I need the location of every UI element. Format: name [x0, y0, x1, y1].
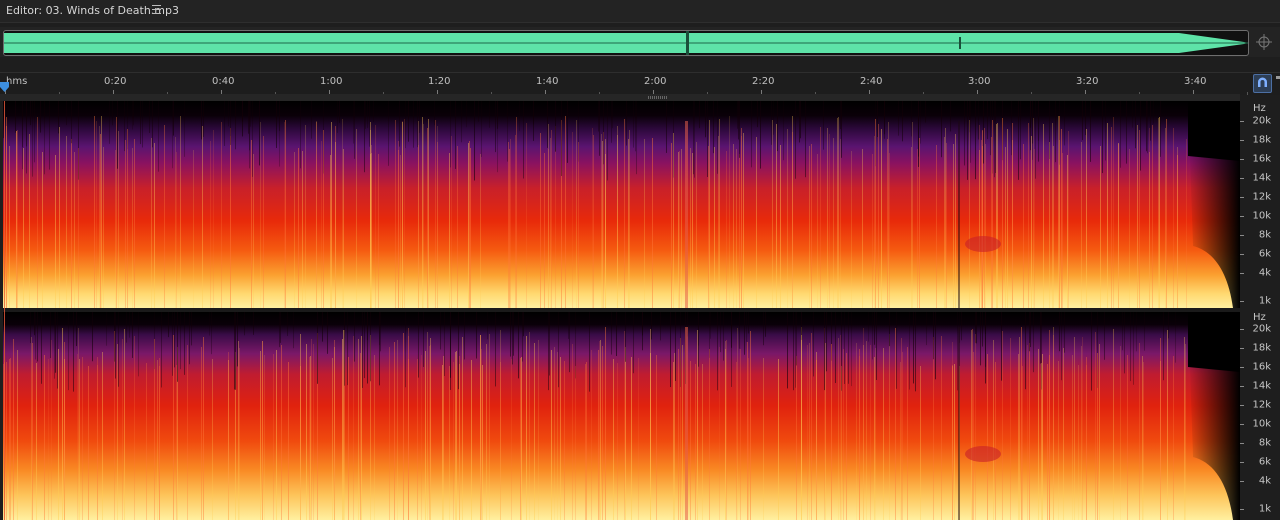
panel-edge-marker [1276, 76, 1280, 79]
frequency-tick [1240, 424, 1244, 425]
frequency-tick [1240, 178, 1244, 179]
time-label: 1:00 [320, 76, 343, 87]
frequency-tick [1240, 481, 1244, 482]
frequency-tick [1240, 462, 1244, 463]
frequency-tick [1240, 216, 1244, 217]
frequency-tick [1240, 159, 1244, 160]
frequency-label: 14k [1252, 172, 1271, 184]
frequency-label: 6k [1258, 248, 1271, 260]
editor-tab-bar: Editor: 03. Winds of Death.mp3 [0, 0, 1280, 23]
playhead-line[interactable] [4, 101, 5, 520]
frequency-label: 14k [1252, 380, 1271, 392]
frequency-tick [1240, 405, 1244, 406]
zoom-full-icon[interactable] [1256, 34, 1272, 50]
frequency-unit-label: Hz [1253, 312, 1266, 323]
frequency-label: 12k [1252, 191, 1271, 203]
frequency-tick [1240, 273, 1244, 274]
view-divider[interactable] [0, 94, 1240, 101]
frequency-label: 12k [1252, 399, 1271, 411]
time-label: 2:40 [860, 76, 883, 87]
frequency-tick [1240, 140, 1244, 141]
frequency-label: 20k [1252, 323, 1271, 335]
overview-waveform[interactable] [3, 30, 1249, 56]
frequency-tick [1240, 443, 1244, 444]
frequency-tick [1240, 348, 1244, 349]
frequency-label: 18k [1252, 342, 1271, 354]
time-label: 0:40 [212, 76, 235, 87]
spectral-channel-left[interactable] [3, 101, 1240, 308]
frequency-label: 10k [1252, 210, 1271, 222]
frequency-label: 20k [1252, 115, 1271, 127]
snap-button[interactable] [1253, 74, 1272, 93]
time-label: 3:20 [1076, 76, 1099, 87]
spectral-channel-right[interactable] [3, 312, 1240, 520]
frequency-label: 6k [1258, 456, 1271, 468]
time-label: 2:20 [752, 76, 775, 87]
frequency-tick [1240, 509, 1244, 510]
frequency-label: 4k [1258, 475, 1271, 487]
time-label: 3:00 [968, 76, 991, 87]
frequency-tick [1240, 254, 1244, 255]
frequency-tick [1240, 367, 1244, 368]
frequency-label: 16k [1252, 153, 1271, 165]
frequency-label: 8k [1258, 229, 1271, 241]
snap-icon [1258, 77, 1267, 87]
frequency-tick [1240, 235, 1244, 236]
playhead-icon[interactable] [0, 82, 9, 92]
time-label: 0:20 [104, 76, 127, 87]
overview-navigator [0, 27, 1280, 57]
frequency-axis-right: Hz 20k 18k 16k 14k 12k 10k 8k 6k 4k 1k [1240, 308, 1280, 520]
time-label: 2:00 [644, 76, 667, 87]
frequency-label: 1k [1258, 503, 1271, 515]
frequency-label: 8k [1258, 437, 1271, 449]
time-tick-minor [1247, 92, 1248, 95]
time-label: 1:40 [536, 76, 559, 87]
frequency-label: 1k [1258, 295, 1271, 307]
time-label: 3:40 [1184, 76, 1207, 87]
divider-grip[interactable] [648, 96, 668, 99]
frequency-tick [1240, 329, 1244, 330]
frequency-tick [1240, 121, 1244, 122]
frequency-label: 10k [1252, 418, 1271, 430]
frequency-label: 16k [1252, 361, 1271, 373]
time-ruler[interactable]: hms 0:20 0:40 1:00 1:20 1:40 2:00 2:20 2:40 3:00… [0, 72, 1280, 95]
frequency-tick [1240, 386, 1244, 387]
time-unit-label: hms [6, 76, 28, 87]
frequency-unit-label: Hz [1253, 103, 1266, 114]
frequency-axis-left: Hz 20k 18k 16k 14k 12k 10k 8k 6k 4k 1k [1240, 101, 1280, 308]
hamburger-menu-icon[interactable] [152, 5, 161, 14]
frequency-tick [1240, 197, 1244, 198]
frequency-label: 4k [1258, 267, 1271, 279]
time-label: 1:20 [428, 76, 451, 87]
frequency-label: 18k [1252, 134, 1271, 146]
frequency-tick [1240, 301, 1244, 302]
